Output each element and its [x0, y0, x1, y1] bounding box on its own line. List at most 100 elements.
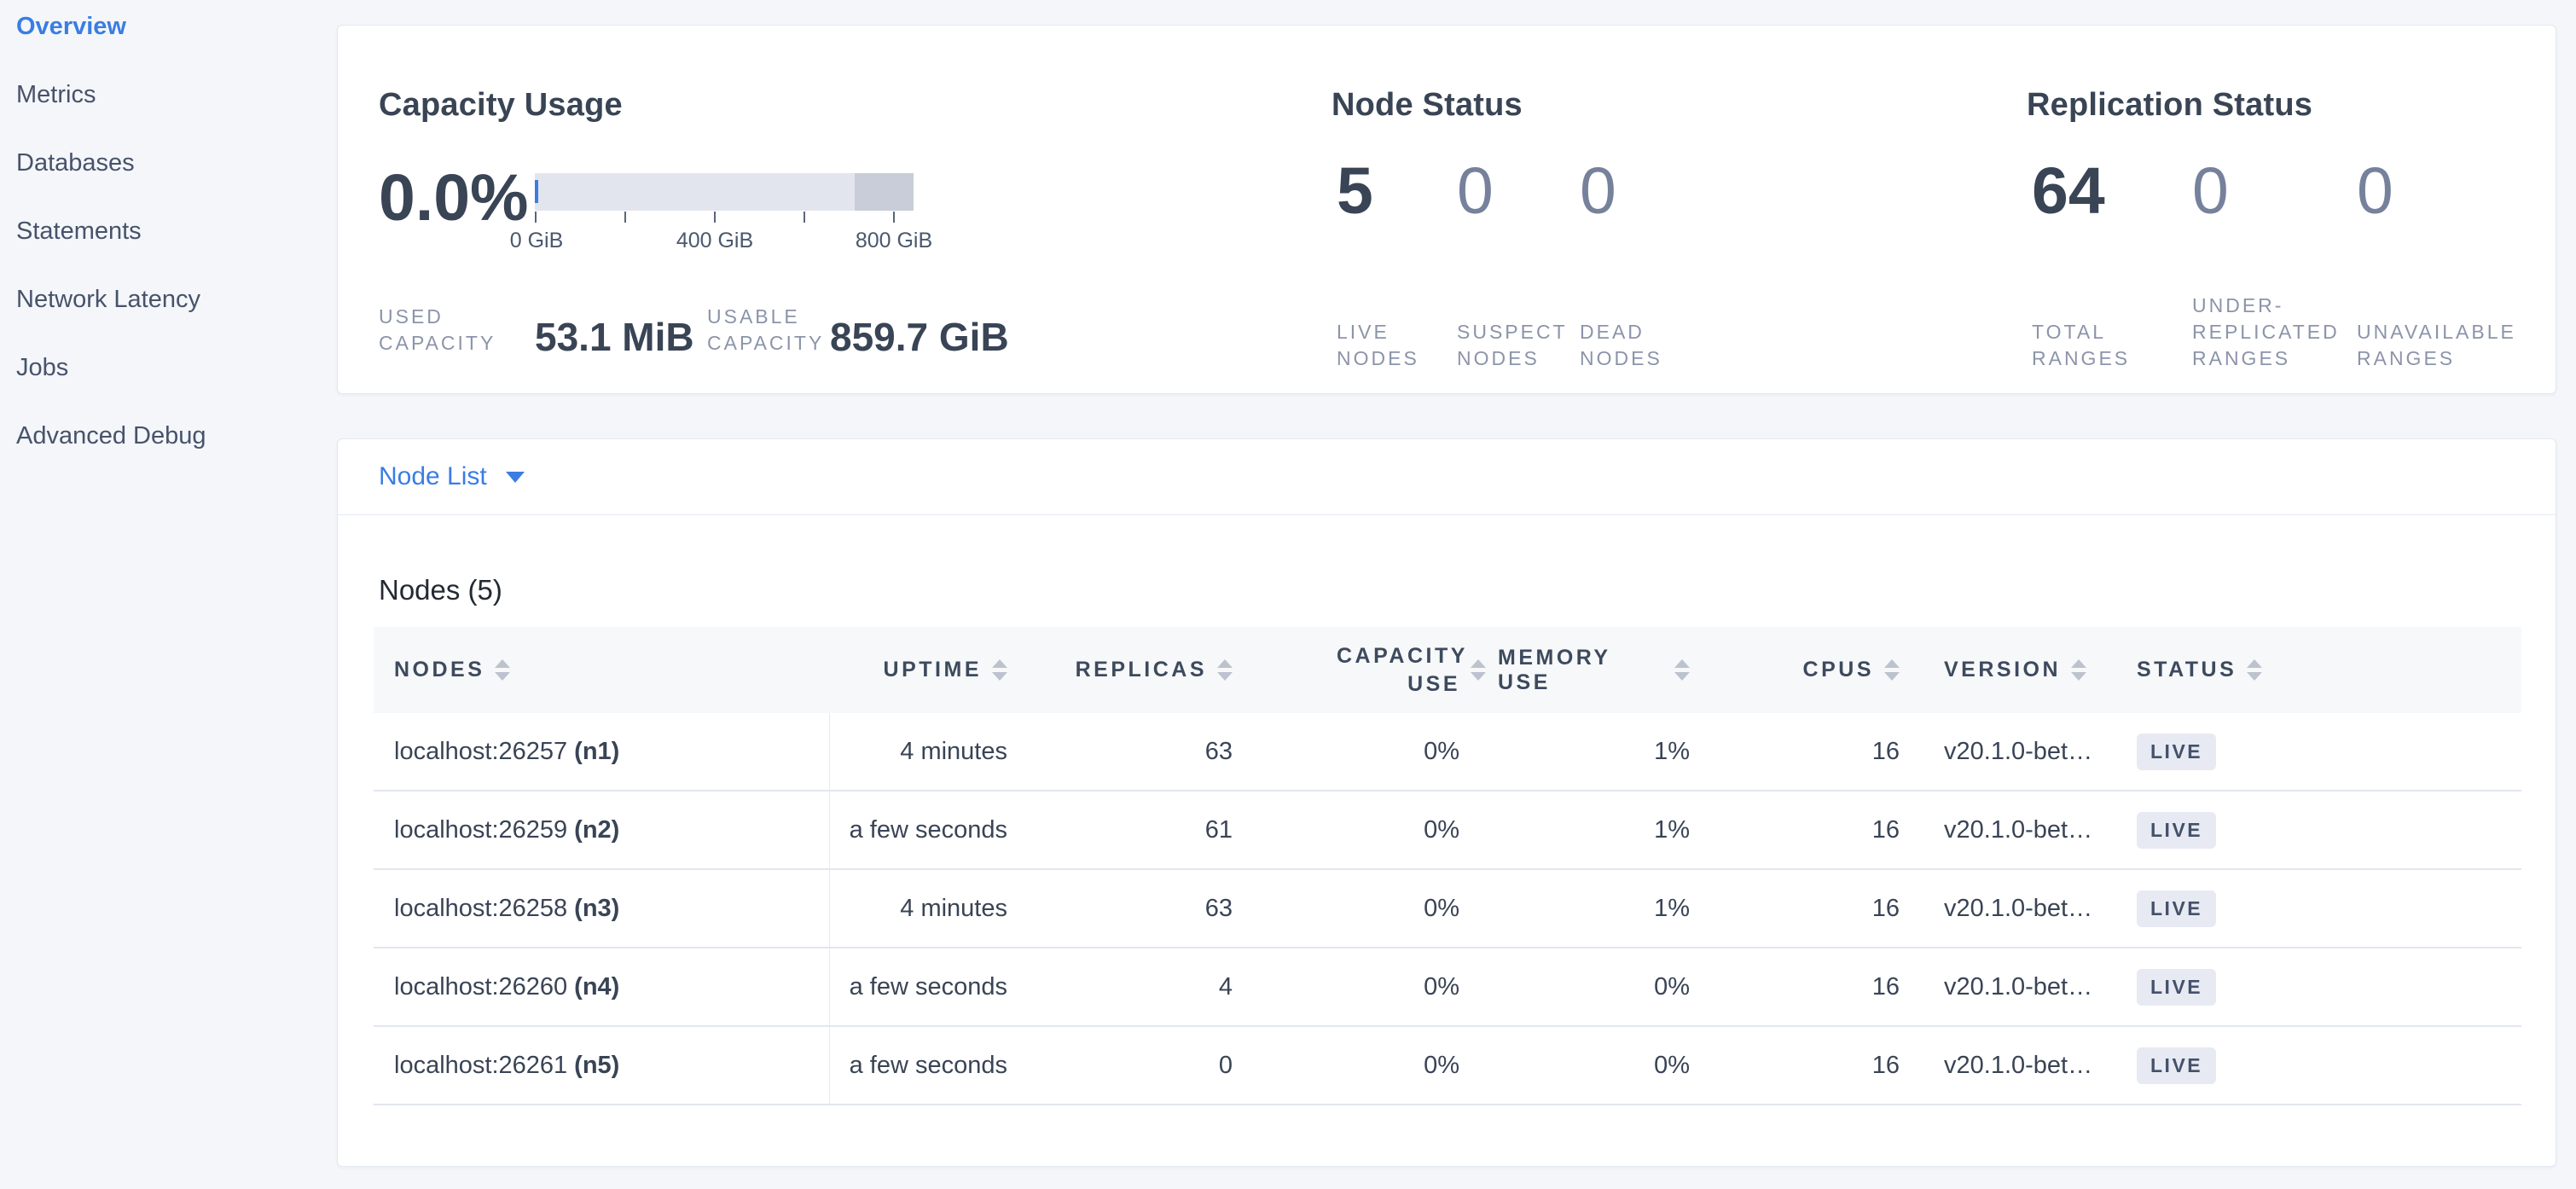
- status-cell: LIVE: [2116, 792, 2521, 868]
- memory-use-cell: 0%: [1498, 1027, 1715, 1104]
- nodes-table-header: NODES UPTIME REPLICAS CAPACITY USE MEMOR…: [374, 627, 2521, 713]
- cpus-cell: 16: [1715, 713, 1920, 790]
- capacity-percent: 0.0%: [379, 160, 529, 236]
- stat-label-text: SUSPECT NODES: [1457, 319, 1564, 372]
- sort-icon[interactable]: [992, 659, 1007, 681]
- usable-capacity-value: 859.7 GiB: [830, 314, 1009, 360]
- capacity-bar-reserved-segment: [855, 173, 914, 211]
- column-header-uptime[interactable]: UPTIME: [830, 627, 1024, 713]
- stat-label-text: TOTAL RANGES: [2032, 319, 2147, 372]
- sort-icon[interactable]: [2071, 659, 2086, 681]
- suspect-nodes-count: 0: [1457, 159, 1494, 224]
- status-badge: LIVE: [2137, 890, 2216, 927]
- node-host: localhost:26258: [394, 895, 567, 923]
- column-header-capacity-use[interactable]: CAPACITY USE: [1255, 627, 1498, 713]
- sort-icon[interactable]: [1217, 659, 1233, 681]
- sort-icon[interactable]: [1471, 659, 1486, 681]
- column-header-nodes[interactable]: NODES: [374, 627, 830, 713]
- suspect-nodes-label: SUSPECT NODES: [1457, 278, 1564, 372]
- nodes-section-title: Nodes (5): [379, 574, 502, 606]
- column-header-memory-use[interactable]: MEMORY USE: [1498, 627, 1715, 713]
- axis-tick: [893, 212, 895, 223]
- column-header-label: CPUS: [1803, 658, 1874, 682]
- node-id: (n1): [574, 738, 619, 766]
- column-header-status[interactable]: STATUS: [2116, 627, 2521, 713]
- capacity-usage-title: Capacity Usage: [379, 87, 623, 124]
- cpus-cell: 16: [1715, 870, 1920, 947]
- node-address-cell[interactable]: localhost:26260 (n4): [374, 948, 830, 1025]
- axis-label-400gib: 400 GiB: [676, 229, 753, 253]
- replicas-cell: 63: [1024, 870, 1255, 947]
- node-id: (n3): [574, 895, 619, 923]
- node-id: (n4): [574, 973, 619, 1001]
- capacity-bar-chart: [535, 173, 914, 211]
- used-capacity-label: USED CAPACITY: [379, 304, 524, 357]
- sidebar-item-network-latency[interactable]: Network Latency: [0, 265, 316, 334]
- table-row-node-1[interactable]: localhost:26257 (n1) 4 minutes 63 0% 1% …: [374, 713, 2521, 792]
- dead-nodes-label: DEAD NODES: [1580, 278, 1686, 372]
- axis-tick: [535, 212, 537, 223]
- column-header-label: MEMORY USE: [1498, 646, 1664, 695]
- sidebar-item-advanced-debug[interactable]: Advanced Debug: [0, 402, 316, 470]
- sidebar-item-metrics[interactable]: Metrics: [0, 61, 316, 129]
- chevron-down-icon[interactable]: [506, 472, 525, 483]
- dead-nodes-count: 0: [1580, 159, 1616, 224]
- version-cell: v20.1.0-bet…: [1920, 713, 2116, 790]
- uptime-cell: a few seconds: [830, 948, 1024, 1025]
- column-header-label: VERSION: [1944, 658, 2061, 682]
- sidebar-item-overview[interactable]: Overview: [0, 0, 316, 61]
- sidebar-item-databases[interactable]: Databases: [0, 129, 316, 197]
- nodes-table: NODES UPTIME REPLICAS CAPACITY USE MEMOR…: [374, 627, 2521, 1105]
- stat-label-text: DEAD NODES: [1580, 319, 1686, 372]
- status-cell: LIVE: [2116, 948, 2521, 1025]
- table-row-node-4[interactable]: localhost:26260 (n4) a few seconds 4 0% …: [374, 948, 2521, 1027]
- memory-use-cell: 1%: [1498, 870, 1715, 947]
- sidebar-item-jobs[interactable]: Jobs: [0, 334, 316, 402]
- status-cell: LIVE: [2116, 1027, 2521, 1104]
- capacity-use-cell: 0%: [1255, 713, 1498, 790]
- cluster-summary-card: Capacity Usage 0.0% 0 GiB 400 GiB 800 Gi…: [337, 25, 2556, 394]
- axis-tick: [804, 212, 805, 223]
- column-header-replicas[interactable]: REPLICAS: [1024, 627, 1255, 713]
- unavailable-ranges-count: 0: [2357, 159, 2393, 224]
- column-header-version[interactable]: VERSION: [1920, 627, 2116, 713]
- node-address-cell[interactable]: localhost:26259 (n2): [374, 792, 830, 868]
- version-cell: v20.1.0-bet…: [1920, 870, 2116, 947]
- sort-icon[interactable]: [1674, 659, 1690, 681]
- under-replicated-ranges-label: UNDER-REPLICATED RANGES: [2192, 278, 2350, 372]
- node-id: (n5): [574, 1052, 619, 1080]
- memory-use-cell: 1%: [1498, 792, 1715, 868]
- capacity-bar-used-marker: [535, 180, 538, 203]
- uptime-cell: 4 minutes: [830, 713, 1024, 790]
- node-host: localhost:26260: [394, 973, 567, 1001]
- replicas-cell: 61: [1024, 792, 1255, 868]
- status-cell: LIVE: [2116, 870, 2521, 947]
- sort-icon[interactable]: [495, 659, 510, 681]
- table-row-node-5[interactable]: localhost:26261 (n5) a few seconds 0 0% …: [374, 1027, 2521, 1105]
- column-header-label: CAPACITY USE: [1337, 642, 1460, 698]
- sidebar-nav: Overview Metrics Databases Statements Ne…: [0, 0, 316, 470]
- memory-use-cell: 1%: [1498, 713, 1715, 790]
- sort-icon[interactable]: [2247, 659, 2262, 681]
- status-badge: LIVE: [2137, 812, 2216, 849]
- sort-icon[interactable]: [1884, 659, 1900, 681]
- table-row-node-3[interactable]: localhost:26258 (n3) 4 minutes 63 0% 1% …: [374, 870, 2521, 948]
- capacity-use-cell: 0%: [1255, 948, 1498, 1025]
- node-address-cell[interactable]: localhost:26258 (n3): [374, 870, 830, 947]
- node-address-cell[interactable]: localhost:26257 (n1): [374, 713, 830, 790]
- capacity-use-cell: 0%: [1255, 792, 1498, 868]
- column-header-cpus[interactable]: CPUS: [1715, 627, 1920, 713]
- uptime-cell: a few seconds: [830, 1027, 1024, 1104]
- node-list-dropdown[interactable]: Node List: [379, 462, 487, 491]
- version-cell: v20.1.0-bet…: [1920, 1027, 2116, 1104]
- capacity-use-cell: 0%: [1255, 1027, 1498, 1104]
- uptime-cell: a few seconds: [830, 792, 1024, 868]
- axis-tick: [714, 212, 716, 223]
- table-row-node-2[interactable]: localhost:26259 (n2) a few seconds 61 0%…: [374, 792, 2521, 870]
- replication-status-title: Replication Status: [2027, 87, 2312, 124]
- node-address-cell[interactable]: localhost:26261 (n5): [374, 1027, 830, 1104]
- axis-label-800gib: 800 GiB: [856, 229, 932, 253]
- sidebar-item-statements[interactable]: Statements: [0, 197, 316, 265]
- node-list-dropdown-bar: Node List: [338, 439, 2556, 515]
- total-ranges-count: 64: [2032, 159, 2105, 224]
